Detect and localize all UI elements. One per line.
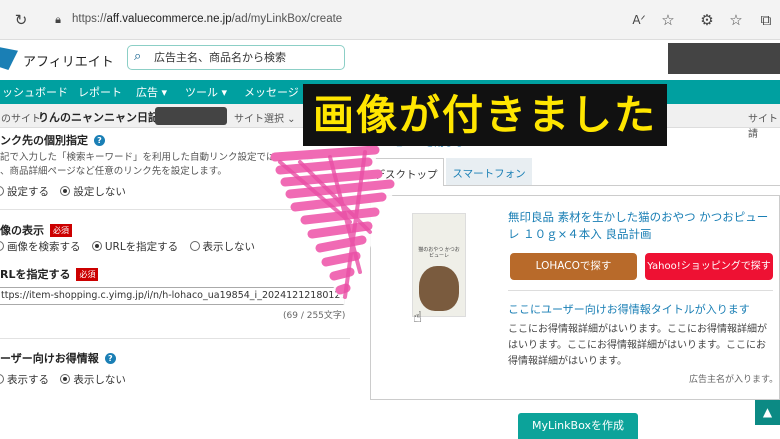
brand-title: アフィリエイト <box>23 55 114 70</box>
valuecommerce-logo[interactable] <box>0 46 18 70</box>
extensions-icon[interactable]: ⚙ <box>697 10 717 30</box>
site-right-label: サイト請 <box>748 114 778 140</box>
radio-set-label: 設定する <box>7 186 49 198</box>
radio-search-image[interactable] <box>0 241 4 251</box>
nav-report[interactable]: レポート <box>78 84 122 100</box>
lock-icon[interactable]: 🔒︎ <box>48 10 68 30</box>
scroll-top-button[interactable]: ▲ <box>755 400 780 425</box>
radio-url-image[interactable] <box>91 241 102 251</box>
favorites-icon[interactable]: ☆ <box>726 10 746 30</box>
radio-search-image-label: 画像を検索する <box>7 241 81 253</box>
package-label: 猫のおやつ かつおピューレ <box>418 247 460 259</box>
search-input[interactable] <box>154 48 339 67</box>
search-icon: ⌕ <box>134 49 142 64</box>
card-divider <box>508 290 773 291</box>
auto-link-desc-2: 、商品詳細ページなど任意のリンク先を設定します。 <box>0 166 227 177</box>
image-display-section-title: 像の表示 必須 <box>0 222 72 238</box>
site-name: りんのニャンニャン日記 <box>38 111 159 124</box>
pink-scribble-arrow <box>270 142 400 307</box>
app-header: アフィリエイト ⌕ <box>0 40 780 80</box>
required-badge: 必須 <box>50 224 72 237</box>
url-prefix: https:// <box>72 13 107 25</box>
nav-ads[interactable]: 広告 ▾ <box>136 84 167 100</box>
required-badge: 必須 <box>76 268 99 281</box>
offer-detail: ここにお得情報詳細がはいります。ここにお得情報詳細がはいります。ここにお得情報詳… <box>508 324 767 367</box>
collections-icon[interactable]: ⧉ <box>756 10 776 30</box>
read-aloud-icon[interactable]: Aᐟ <box>629 10 649 30</box>
hand-cursor-icon: ☝ <box>413 308 423 326</box>
radio-not-set-label: 設定しない <box>73 186 126 198</box>
section-divider <box>0 338 350 339</box>
url-host: aff.valuecommerce.ne.jp <box>106 13 232 25</box>
masked-account-area <box>668 43 780 74</box>
product-image[interactable]: 猫のおやつ かつおピューレ <box>412 213 466 317</box>
radio-hide-image-label: 表示しない <box>202 241 256 253</box>
radio-show-offer-label: 表示する <box>7 374 49 386</box>
browser-toolbar: ↻ 🔒︎ https://aff.valuecommerce.ne.jp/ad/… <box>0 0 780 40</box>
user-offer-radio-group: 表示する 表示しない <box>0 372 126 387</box>
caption-banner: 画像が付きました <box>303 84 667 146</box>
search-box[interactable]: ⌕ <box>127 45 345 70</box>
url-title: RLを指定する <box>0 268 71 281</box>
radio-hide-offer-label: 表示しない <box>73 374 126 386</box>
product-title-link[interactable]: 無印良品 素材を生かした猫のおやつ かつおピューレ １０ｇ×４本入 良品計画 <box>508 209 773 243</box>
offer-title-link[interactable]: ここにユーザー向けお得情報タイトルが入ります <box>508 301 750 317</box>
auto-link-radio-group: 設定する 設定しない <box>0 184 126 199</box>
nav-dashboard[interactable]: ッシュボード <box>2 84 68 100</box>
url-path: /ad/myLinkBox/create <box>231 13 343 25</box>
lohaco-search-button[interactable]: LOHACOで探す <box>510 253 637 280</box>
advertiser-name: 広告主名が入ります。 <box>689 375 779 385</box>
radio-not-set[interactable] <box>60 186 71 196</box>
image-display-radio-group: 画像を検索する URLを指定する 表示しない <box>0 239 255 254</box>
cat-photo <box>419 266 459 311</box>
radio-set[interactable] <box>0 186 4 196</box>
favorite-star-icon[interactable]: ☆ <box>658 10 678 30</box>
tab-underline <box>444 185 780 186</box>
create-mylinkbox-button[interactable]: MyLinkBoxを作成 <box>518 413 638 439</box>
user-offer-section-title: ーザー向けお得情報? <box>0 350 116 366</box>
radio-url-image-label: URLを指定する <box>104 241 179 253</box>
user-offer-title: ーザー向けお得情報 <box>0 352 99 365</box>
reload-icon[interactable]: ↻ <box>11 10 31 30</box>
auto-link-section-title: ンク先の個別指定? <box>0 132 105 148</box>
address-bar[interactable]: https://aff.valuecommerce.ne.jp/ad/myLin… <box>72 13 342 25</box>
url-section-title: RLを指定する 必須 <box>0 266 99 282</box>
tab-smartphone[interactable]: スマートフォン <box>446 158 532 186</box>
yahoo-search-button[interactable]: Yahoo!ショッピングで探す <box>645 253 773 280</box>
nav-messages[interactable]: メッセージ <box>244 84 299 100</box>
auto-link-title: ンク先の個別指定 <box>0 134 88 147</box>
image-display-title: 像の表示 <box>0 224 44 237</box>
radio-show-offer[interactable] <box>0 374 4 384</box>
radio-hide-offer[interactable] <box>60 374 71 384</box>
help-icon[interactable]: ? <box>104 353 116 364</box>
help-icon[interactable]: ? <box>94 135 105 146</box>
site-prefix: のサイト <box>1 114 41 125</box>
nav-tools[interactable]: ツール ▾ <box>185 84 227 100</box>
radio-hide-image[interactable] <box>189 241 200 251</box>
masked-site-id <box>155 107 227 125</box>
